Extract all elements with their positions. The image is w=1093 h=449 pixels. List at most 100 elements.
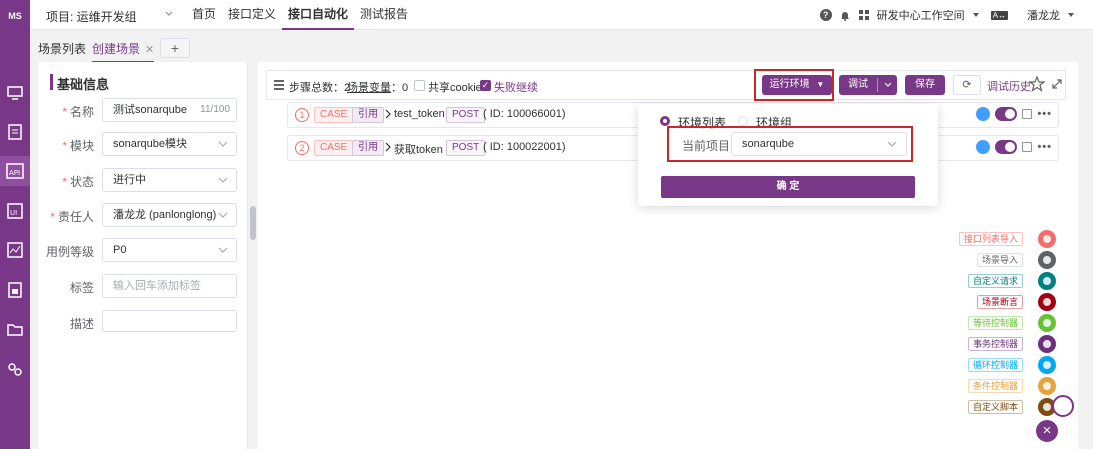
name-input[interactable]: 测试sonarqube 11/100 xyxy=(102,98,237,122)
left-rail: MS API UI xyxy=(0,0,30,449)
expand-icon[interactable] xyxy=(1052,79,1062,89)
monitor-icon[interactable] xyxy=(6,84,24,102)
scenario-import-icon[interactable] xyxy=(1038,251,1056,269)
assertion-icon[interactable] xyxy=(1038,293,1056,311)
language-icon[interactable]: A↔ xyxy=(990,10,1008,20)
chevron-down-icon xyxy=(218,141,228,147)
run-environment-button[interactable]: 运行环境 ▼ xyxy=(762,75,832,95)
continue-on-fail-checkbox[interactable]: ✓ xyxy=(480,80,491,91)
if-controller-icon[interactable] xyxy=(1038,377,1056,395)
step-enable-toggle[interactable] xyxy=(995,107,1018,121)
scenario-tabs: 场景列表 创建场景 ✕ + xyxy=(30,36,1093,63)
ui-icon[interactable]: UI xyxy=(6,202,24,220)
nav-api-automation[interactable]: 接口自动化 xyxy=(282,0,355,30)
app-logo[interactable]: MS xyxy=(3,6,27,26)
chevron-down-icon[interactable] xyxy=(884,82,892,88)
confirm-button[interactable]: 确 定 xyxy=(661,176,915,198)
tags-input[interactable]: 输入回车添加标签 xyxy=(102,274,237,298)
more-icon[interactable]: ••• xyxy=(1037,142,1052,153)
add-scenario-assertion[interactable]: 场景断言 xyxy=(976,295,1023,309)
env-group-radio[interactable] xyxy=(738,116,748,126)
user-menu[interactable]: 潘龙龙 xyxy=(1027,7,1060,23)
environment-popover: 环境列表 环境组 当前项目 sonarqube 确 定 xyxy=(638,104,938,206)
level-select[interactable]: P0 xyxy=(102,238,237,262)
copy-icon[interactable] xyxy=(1022,109,1033,119)
level-label: 用例等级 xyxy=(45,245,94,259)
add-loop-controller[interactable]: 循环控制器 xyxy=(967,358,1023,372)
tab-scenario-list[interactable]: 场景列表 xyxy=(38,40,86,57)
settings-icon[interactable] xyxy=(6,360,24,378)
copy-icon[interactable] xyxy=(1022,142,1033,152)
step-name: 获取token xyxy=(394,144,443,156)
close-icon[interactable]: ✕ xyxy=(145,44,154,56)
loop-controller-icon[interactable] xyxy=(1038,356,1056,374)
workspace-selector[interactable]: 研发中心工作空间 xyxy=(877,7,965,23)
panel-scrollbar[interactable] xyxy=(250,206,256,240)
step-type-tag: CASE xyxy=(314,107,354,123)
report-icon[interactable] xyxy=(6,281,24,299)
chevron-down-icon[interactable] xyxy=(1067,11,1075,19)
module-select[interactable]: sonarqube模块 xyxy=(102,132,237,156)
step-enable-toggle[interactable] xyxy=(995,140,1018,154)
api-import-icon[interactable] xyxy=(1038,230,1056,248)
custom-request-icon[interactable] xyxy=(1038,272,1056,290)
chevron-down-icon[interactable] xyxy=(164,9,174,19)
add-transaction-controller[interactable]: 事务控制器 xyxy=(967,337,1023,351)
help-icon[interactable]: ? xyxy=(819,9,832,21)
add-api-list-import[interactable]: 接口列表导入 xyxy=(958,232,1023,246)
svg-text:UI: UI xyxy=(10,209,17,217)
menu-icon[interactable] xyxy=(274,80,284,90)
add-if-controller[interactable]: 条件控制器 xyxy=(967,379,1023,393)
chevron-right-icon[interactable] xyxy=(384,109,392,119)
step-controls: ••• xyxy=(976,140,1052,154)
desc-label: 描述 xyxy=(69,317,94,331)
bell-icon[interactable] xyxy=(839,9,851,21)
nav-home[interactable]: 首页 xyxy=(186,0,222,30)
nav-test-report[interactable]: 测试报告 xyxy=(354,0,414,30)
status-select[interactable]: 进行中 xyxy=(102,168,237,192)
add-custom-request[interactable]: 自定义请求 xyxy=(967,274,1023,288)
nav-api-definition[interactable]: 接口定义 xyxy=(222,0,282,30)
top-bar: 项目: 运维开发组 首页 接口定义 接口自动化 测试报告 ? 研发中心工作空间 … xyxy=(30,0,1093,30)
debug-button[interactable]: 调试 xyxy=(839,75,897,95)
more-icon[interactable]: ••• xyxy=(1037,109,1052,120)
current-project-value: sonarqube xyxy=(742,138,794,150)
add-wait-controller[interactable]: 等待控制器 xyxy=(967,316,1023,330)
clipboard-icon[interactable] xyxy=(6,123,24,141)
chevron-down-icon[interactable] xyxy=(972,11,980,19)
star-icon[interactable] xyxy=(1029,76,1045,92)
current-project-label: 当前项目 xyxy=(682,139,731,153)
save-button[interactable]: 保存 xyxy=(905,75,945,95)
run-step-icon[interactable] xyxy=(976,140,991,154)
desc-textarea[interactable] xyxy=(102,310,237,332)
name-row: * 名称 测试sonarqube 11/100 xyxy=(38,98,248,122)
tab-create-scenario[interactable]: 创建场景 ✕ xyxy=(92,40,155,63)
add-scenario-import[interactable]: 场景导入 xyxy=(976,253,1023,267)
api-icon[interactable]: API xyxy=(0,156,30,186)
eye-icon[interactable] xyxy=(1052,395,1074,417)
debug-history-link[interactable]: 调试历史 xyxy=(987,78,1031,94)
add-tab-button[interactable]: + xyxy=(160,38,190,58)
scenario-variables-count: ：0 xyxy=(391,82,409,94)
share-cookie-checkbox[interactable] xyxy=(414,80,425,91)
module-label: * 模块 xyxy=(62,139,94,153)
add-custom-script[interactable]: 自定义脚本 xyxy=(967,400,1023,414)
performance-icon[interactable] xyxy=(6,241,24,259)
chevron-right-icon[interactable] xyxy=(384,142,392,152)
owner-row: * 责任人 潘龙龙 (panlonglong) xyxy=(38,203,248,227)
current-project-select[interactable]: sonarqube xyxy=(731,132,907,156)
env-list-radio[interactable] xyxy=(660,116,670,126)
scenario-variables-link[interactable]: 场景变量 xyxy=(347,82,391,94)
refresh-button[interactable]: ⟳ xyxy=(953,75,981,95)
status-label: * 状态 xyxy=(62,175,94,189)
tags-label: 标签 xyxy=(69,281,94,295)
continue-on-fail-label: 失败继续 xyxy=(494,82,538,94)
owner-select[interactable]: 潘龙龙 (panlonglong) xyxy=(102,203,237,227)
wait-controller-icon[interactable] xyxy=(1038,314,1056,332)
project-selector[interactable]: 项目: 运维开发组 xyxy=(46,8,137,25)
scenario-variables[interactable]: 场景变量：0 xyxy=(347,79,408,95)
folder-icon[interactable] xyxy=(6,320,24,338)
close-icon[interactable]: × xyxy=(1036,420,1058,442)
transaction-controller-icon[interactable] xyxy=(1038,335,1056,353)
run-step-icon[interactable] xyxy=(976,107,991,121)
